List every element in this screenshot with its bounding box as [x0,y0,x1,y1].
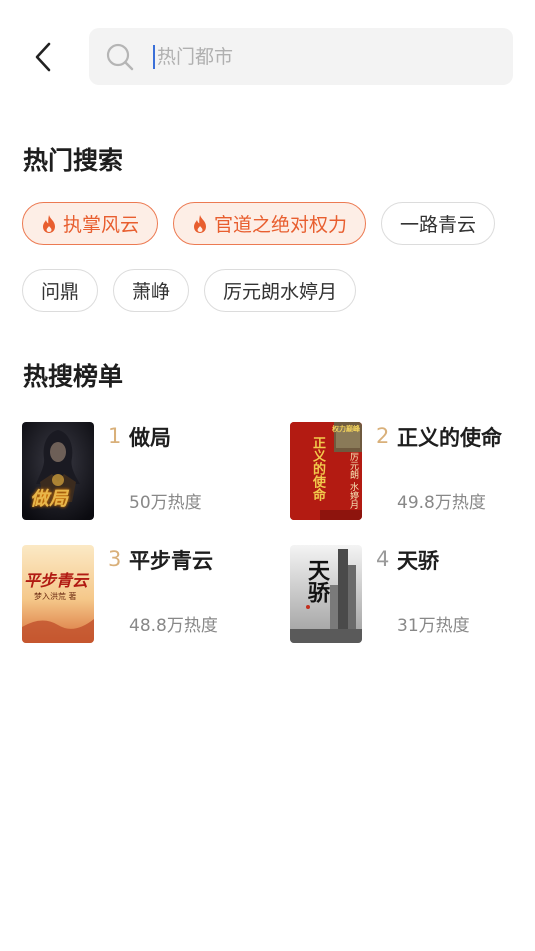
hot-tag[interactable]: 执掌风云 [22,202,159,245]
tag-label: 厉元朗水婷月 [223,281,338,303]
tag-label: 执掌风云 [63,214,140,236]
book-title: 平步青云 [129,549,213,573]
hot-search-title: 热门搜索 [23,146,124,175]
rank-number: 2 [376,424,390,448]
hot-tags-row-1: 执掌风云 官道之绝对权力 一路青云 [22,202,496,245]
book-cover: 权力巅峰 正义的使命 厉元朗 水婷月 [290,422,362,520]
ranking-item[interactable]: 天骄 4 天骄 31万热度 [290,545,530,645]
search-input[interactable] [157,45,477,68]
cover-author: 梦入洪荒 著 [34,592,77,601]
book-title: 正义的使命 [397,426,502,450]
cover-author: 厉元朗 水婷月 [348,452,358,509]
ranking-item[interactable]: 做局 1 做局 50万热度 [22,422,262,522]
hot-tags-row-2: 问鼎 萧峥 厉元朗水婷月 [22,269,357,312]
back-button[interactable] [22,36,64,78]
tag-label: 萧峥 [132,281,171,303]
search-bar[interactable] [89,28,513,85]
rank-number: 3 [108,547,122,571]
search-page: 热门搜索 执掌风云 官道之绝对权力 一路青云 问鼎 萧峥 厉元朗水婷月 热搜 [0,0,535,951]
tag-label: 问鼎 [41,281,80,303]
hot-tag[interactable]: 官道之绝对权力 [173,202,367,245]
search-icon [105,42,135,72]
tag-label: 一路青云 [400,214,477,236]
ranking-item[interactable]: 权力巅峰 正义的使命 厉元朗 水婷月 2 正义的使命 49.8万热度 [290,422,530,522]
book-cover: 平步青云 梦入洪荒 著 [22,545,94,643]
book-title: 天骄 [397,549,439,573]
cover-title: 做局 [30,488,69,510]
cover-badge: 权力巅峰 [332,425,360,433]
ranking-item[interactable]: 平步青云 梦入洪荒 著 3 平步青云 48.8万热度 [22,545,262,645]
rank-number: 4 [376,547,390,571]
flame-icon [41,214,57,234]
heat-count: 49.8万热度 [397,493,486,513]
cover-title: 平步青云 [24,571,89,590]
search-tag[interactable]: 萧峥 [113,269,190,312]
chevron-left-icon [35,42,51,72]
cover-title: 天骄 [304,559,329,603]
heat-count: 48.8万热度 [129,616,218,636]
search-tag[interactable]: 问鼎 [22,269,99,312]
search-tag[interactable]: 厉元朗水婷月 [204,269,357,312]
tag-label: 官道之绝对权力 [214,214,348,236]
book-title: 做局 [129,426,171,450]
cover-title: 正义的使命 [310,436,325,501]
flame-icon [192,214,208,234]
rank-number: 1 [108,424,122,448]
book-cover: 天骄 [290,545,362,643]
ranking-title: 热搜榜单 [23,362,124,391]
heat-count: 31万热度 [397,616,470,636]
heat-count: 50万热度 [129,493,202,513]
search-tag[interactable]: 一路青云 [381,202,496,245]
book-cover: 做局 [22,422,94,520]
text-cursor [153,44,155,69]
